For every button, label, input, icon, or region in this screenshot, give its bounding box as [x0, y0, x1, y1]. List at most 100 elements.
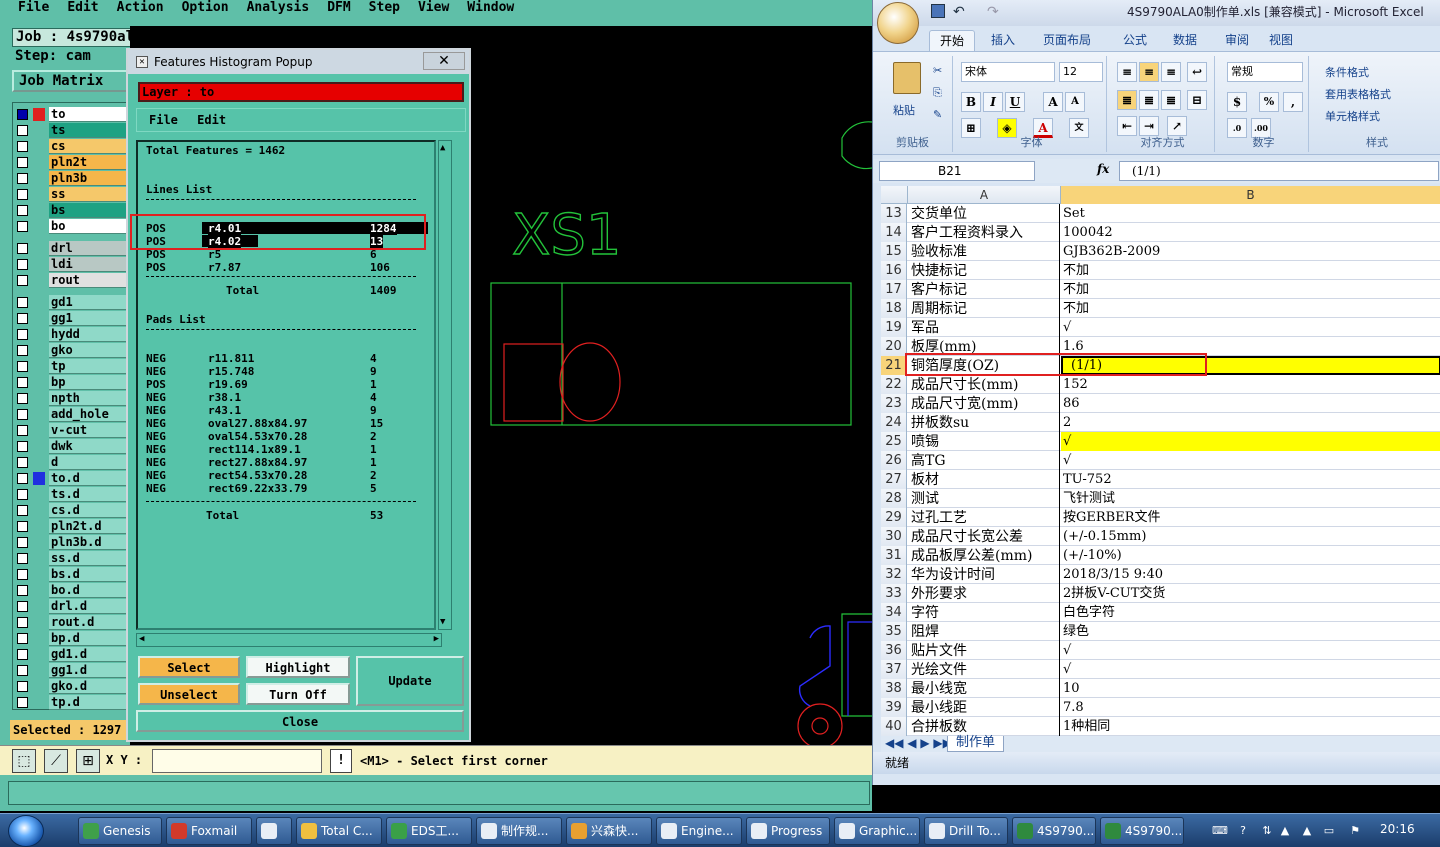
horizontal-scrollbar[interactable]: ◀ ▶ — [136, 633, 442, 647]
grow-font-icon[interactable]: A — [1043, 92, 1063, 112]
layer-row[interactable]: rout.d — [13, 615, 129, 630]
layer-row[interactable]: to.d — [13, 471, 129, 486]
layer-row[interactable]: npth — [13, 391, 129, 406]
measure-icon[interactable]: ⟋ — [44, 749, 68, 773]
decrease-indent-icon[interactable]: ⇤ — [1117, 116, 1137, 136]
cell-value[interactable]: Set — [1061, 204, 1440, 223]
taskbar-item[interactable]: Graphic... — [834, 817, 920, 845]
font-name-select[interactable]: 宋体 — [961, 62, 1055, 82]
layer-name[interactable]: rout.d — [49, 615, 129, 630]
pad-symbol-row[interactable]: NEG rect54.53x70.28 2 — [140, 469, 430, 482]
fx-icon[interactable]: fx — [1097, 162, 1109, 176]
layer-row[interactable]: gko — [13, 343, 129, 358]
layer-checkbox[interactable] — [17, 457, 28, 468]
network-icon[interactable]: ⇅ — [1260, 824, 1274, 838]
increase-indent-icon[interactable]: ⇥ — [1139, 116, 1159, 136]
layer-row[interactable]: gd1 — [13, 295, 129, 310]
layer-row[interactable]: pln2t.d — [13, 519, 129, 534]
cell-label[interactable]: 客户工程资料录入 — [908, 223, 1060, 242]
layer-name[interactable]: dwk — [49, 439, 129, 454]
row-number[interactable]: 35 — [881, 622, 907, 641]
save-icon[interactable] — [931, 4, 945, 18]
layer-name[interactable]: cs.d — [49, 503, 129, 518]
genesis-menu-option[interactable]: Option — [182, 1, 229, 14]
pad-symbol-row[interactable]: NEG oval54.53x70.28 2 — [140, 430, 430, 443]
row-number[interactable]: 33 — [881, 584, 907, 603]
row-number[interactable]: 24 — [881, 413, 907, 432]
layer-name[interactable]: ss.d — [49, 551, 129, 566]
layer-checkbox[interactable] — [17, 221, 28, 232]
row-number[interactable]: 30 — [881, 527, 907, 546]
ribbon-tab[interactable]: 数据 — [1163, 30, 1207, 52]
info-button[interactable]: ! — [330, 749, 352, 773]
layer-checkbox[interactable] — [17, 473, 28, 484]
spreadsheet-grid[interactable]: A B 13 交货单位 Set 14 客户工程资料录入 100042 15 验收标准 GJB36… — [881, 186, 1440, 736]
taskbar-item[interactable]: EDS工... — [386, 817, 472, 845]
cell-label[interactable]: 周期标记 — [908, 299, 1060, 318]
layer-checkbox[interactable] — [17, 313, 28, 324]
cell-label[interactable]: 成品板厚公差(mm) — [908, 546, 1060, 565]
ribbon-tab[interactable]: 审阅 — [1215, 30, 1259, 52]
cell-label[interactable]: 最小线宽 — [908, 679, 1060, 698]
taskbar-item[interactable]: Progress — [746, 817, 830, 845]
layer-checkbox[interactable] — [17, 617, 28, 628]
conditional-format-button[interactable]: 条件格式 — [1325, 64, 1369, 80]
layer-row[interactable]: gko.d — [13, 679, 129, 694]
vertical-scrollbar[interactable]: ▲ ▼ — [438, 140, 452, 630]
highlight-button[interactable]: Highlight — [246, 656, 350, 678]
align-middle-icon[interactable]: ≡ — [1139, 62, 1159, 82]
layer-name[interactable]: to.d — [49, 471, 129, 486]
layer-checkbox[interactable] — [17, 649, 28, 660]
layer-name[interactable]: tp — [49, 359, 129, 374]
layer-row[interactable]: ss.d — [13, 551, 129, 566]
select-all-corner[interactable] — [881, 186, 908, 204]
pad-symbol-row[interactable]: POS r19.69 1 — [140, 378, 430, 391]
layer-row[interactable]: ss — [13, 187, 129, 202]
layer-name[interactable]: drl.d — [49, 599, 129, 614]
taskbar-item[interactable]: Genesis — [78, 817, 162, 845]
column-a-header[interactable]: A — [908, 186, 1061, 204]
cell-label[interactable]: 测试 — [908, 489, 1060, 508]
cut-icon[interactable]: ✂ — [933, 64, 942, 77]
cell-value[interactable]: 2拼板V-CUT交货 — [1061, 584, 1440, 603]
row-number[interactable]: 14 — [881, 223, 907, 242]
pad-symbol-row[interactable]: NEG oval27.88x84.97 15 — [140, 417, 430, 430]
genesis-menu-action[interactable]: Action — [117, 1, 164, 14]
layer-row[interactable]: bs — [13, 203, 129, 218]
cell-value[interactable]: 不加 — [1061, 261, 1440, 280]
layer-name[interactable]: ts — [49, 123, 129, 138]
layer-checkbox[interactable] — [17, 441, 28, 452]
cell-label[interactable]: 成品尺寸长(mm) — [908, 375, 1060, 394]
underline-icon[interactable]: U — [1005, 92, 1025, 112]
cell-value[interactable]: 86 — [1061, 394, 1440, 413]
menu-edit[interactable]: Edit — [197, 113, 226, 127]
layer-name[interactable]: bp.d — [49, 631, 129, 646]
layer-row[interactable]: ldi — [13, 257, 129, 272]
cell-label[interactable]: 拼板数su — [908, 413, 1060, 432]
pad-symbol-row[interactable]: NEG r15.748 9 — [140, 365, 430, 378]
row-number[interactable]: 16 — [881, 261, 907, 280]
cell-label[interactable]: 贴片文件 — [908, 641, 1060, 660]
paste-button[interactable]: 粘贴 — [893, 102, 915, 118]
start-button[interactable] — [8, 815, 44, 847]
cell-label[interactable]: 高TG — [908, 451, 1060, 470]
layer-name[interactable]: bs.d — [49, 567, 129, 582]
cell-value[interactable]: GJB362B-2009 — [1061, 242, 1440, 261]
grid-icon[interactable]: ⊞ — [76, 749, 100, 773]
layer-name[interactable]: bs — [49, 203, 129, 218]
layer-row[interactable]: bs.d — [13, 567, 129, 582]
layer-checkbox[interactable] — [17, 537, 28, 548]
layer-checkbox[interactable] — [17, 205, 28, 216]
monitor-icon[interactable]: ▭ — [1322, 824, 1336, 838]
taskbar-item[interactable]: Foxmail — [166, 817, 252, 845]
layer-name[interactable]: pln2t.d — [49, 519, 129, 534]
pad-symbol-row[interactable]: NEG rect69.22x33.79 5 — [140, 482, 430, 495]
layer-name[interactable]: ts.d — [49, 487, 129, 502]
layer-row[interactable]: d — [13, 455, 129, 470]
genesis-menu-dfm[interactable]: DFM — [327, 1, 350, 14]
layer-row[interactable]: pln2t — [13, 155, 129, 170]
histogram-list[interactable]: Total Features = 1462 Lines List POS r4.01 1… — [130, 140, 436, 630]
layer-row[interactable]: gg1 — [13, 311, 129, 326]
xy-input[interactable] — [152, 749, 322, 773]
layer-name[interactable]: pln3b — [49, 171, 129, 186]
